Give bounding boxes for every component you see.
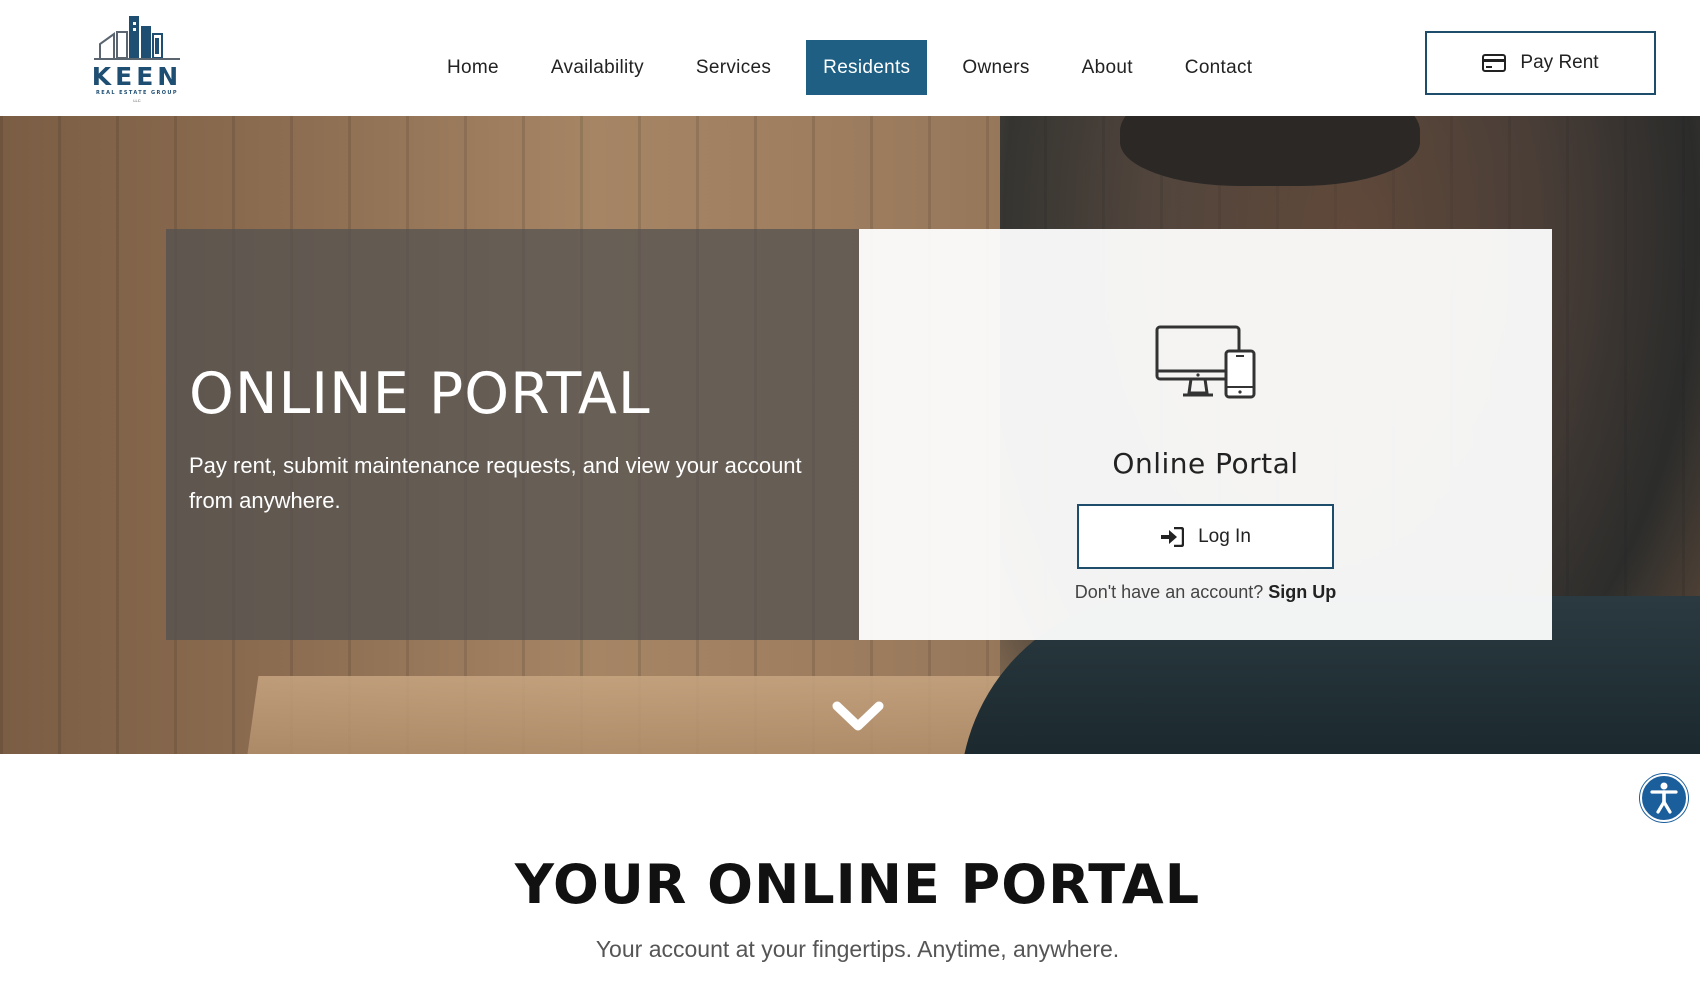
accessibility-button[interactable] <box>1640 774 1688 822</box>
logo-wordmark: KEEN <box>91 62 183 91</box>
hero-title: ONLINE PORTAL <box>189 361 651 427</box>
logo-subtitle: REAL ESTATE GROUP <box>96 90 178 96</box>
devices-icon <box>1155 325 1257 399</box>
hero-section: ONLINE PORTAL Pay rent, submit maintenan… <box>0 116 1700 754</box>
sign-in-icon <box>1160 526 1185 547</box>
hero-background-hat <box>1120 116 1420 186</box>
nav-item-owners[interactable]: Owners <box>945 40 1046 95</box>
logo-suffix: LLC <box>133 98 141 103</box>
pay-rent-button[interactable]: Pay Rent <box>1425 31 1656 95</box>
nav-item-residents[interactable]: Residents <box>806 40 928 95</box>
pay-rent-label: Pay Rent <box>1520 52 1599 73</box>
hero-text-panel: ONLINE PORTAL Pay rent, submit maintenan… <box>166 229 859 640</box>
nav-item-about[interactable]: About <box>1065 40 1150 95</box>
nav-item-services[interactable]: Services <box>679 40 788 95</box>
portal-card: Online Portal Log In Don't have an accou… <box>859 229 1552 640</box>
nav-item-contact[interactable]: Contact <box>1168 40 1270 95</box>
nav-item-home[interactable]: Home <box>430 40 516 95</box>
nav-item-availability[interactable]: Availability <box>534 40 661 95</box>
section-subtitle: Your account at your fingertips. Anytime… <box>595 936 1120 962</box>
chevron-down-icon[interactable] <box>831 698 885 734</box>
keen-logo[interactable]: KEEN REAL ESTATE GROUP LLC <box>84 14 190 103</box>
portal-card-title: Online Portal <box>1112 447 1299 480</box>
main-nav: Home Availability Services Residents Own… <box>430 40 1287 95</box>
accessibility-icon <box>1642 782 1686 824</box>
buildings-logo-icon <box>94 16 180 60</box>
sign-up-link[interactable]: Sign Up <box>1268 582 1336 602</box>
signup-prompt: Don't have an account? Sign Up <box>859 582 1552 603</box>
credit-card-icon <box>1482 54 1507 72</box>
section-title: YOUR ONLINE PORTAL <box>514 853 1201 916</box>
log-in-button[interactable]: Log In <box>1077 504 1334 569</box>
signup-prompt-text: Don't have an account? <box>1074 582 1264 602</box>
hero-description: Pay rent, submit maintenance requests, a… <box>189 453 802 513</box>
log-in-label: Log In <box>1198 525 1251 547</box>
site-header: KEEN REAL ESTATE GROUP LLC Home Availabi… <box>0 0 1700 116</box>
